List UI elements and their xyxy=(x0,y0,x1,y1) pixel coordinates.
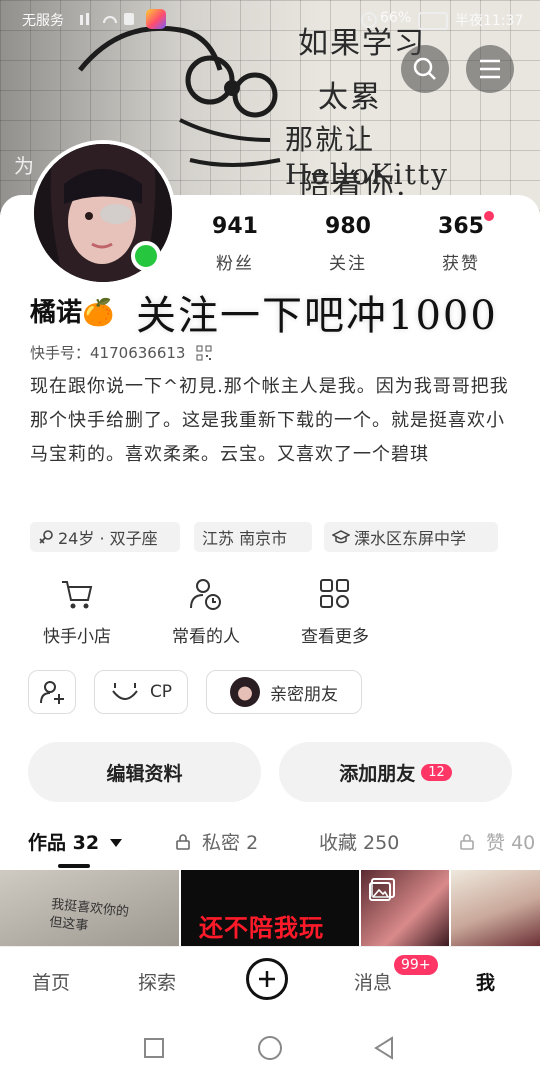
feature-more-label: 查看更多 xyxy=(301,627,369,647)
following-count[interactable]: 980 xyxy=(303,214,393,239)
thumbnail-text: 我挺喜欢你的 但这事 xyxy=(48,897,130,934)
video-thumbnail[interactable] xyxy=(361,870,449,946)
kuaishou-id[interactable]: 快手号：4170636613 xyxy=(30,342,212,363)
tab-favorites-label: 收藏 250 xyxy=(319,832,400,854)
add-friend-button[interactable]: 添加朋友 12 xyxy=(279,742,512,802)
followers-count[interactable]: 941 xyxy=(190,214,280,239)
edit-profile-button[interactable]: 编辑资料 xyxy=(28,742,261,802)
likes-label[interactable]: 获赞 xyxy=(416,249,506,274)
lock-icon xyxy=(460,834,474,850)
qr-code-icon[interactable] xyxy=(196,345,212,361)
nav-explore[interactable]: 探索 xyxy=(138,968,176,995)
cp-label: CP xyxy=(149,682,173,702)
person-clock-icon xyxy=(190,579,221,610)
add-user-icon xyxy=(40,681,64,704)
followers-label[interactable]: 粉丝 xyxy=(190,249,280,274)
tab-favorites[interactable]: 收藏 250 xyxy=(319,828,399,855)
feature-frequent-label: 常看的人 xyxy=(172,627,240,647)
online-status-dot xyxy=(131,241,161,271)
tab-active-indicator xyxy=(58,864,90,868)
cover-edge-text: 为 xyxy=(14,154,36,178)
menu-button[interactable] xyxy=(466,45,514,93)
battery-percent: 66% xyxy=(380,10,412,26)
search-button[interactable] xyxy=(401,45,449,93)
lock-icon xyxy=(176,834,190,850)
grid-icon xyxy=(320,579,349,608)
cp-pill[interactable]: CP xyxy=(94,670,188,714)
plus-icon xyxy=(259,971,275,987)
tab-private-label: 私密 2 xyxy=(202,832,259,854)
tab-works-label: 作品 32 xyxy=(28,832,100,854)
create-button[interactable] xyxy=(246,958,288,1000)
feature-frequent-viewers[interactable]: 常看的人 xyxy=(151,578,261,647)
following-label[interactable]: 关注 xyxy=(303,249,393,274)
signal-icon xyxy=(78,11,138,31)
close-friend-label: 亲密朋友 xyxy=(270,684,338,705)
close-friend-avatar xyxy=(230,677,260,707)
back-button[interactable] xyxy=(372,1036,396,1060)
chevron-down-icon xyxy=(109,839,122,847)
nickname-text: 橘诺 xyxy=(30,298,83,328)
nav-me[interactable]: 我 xyxy=(476,968,495,995)
female-icon xyxy=(39,530,53,544)
bio[interactable]: 现在跟你说一下^初見.那个帐主人是我。因为我哥哥把我那个快手给删了。这是我重新下… xyxy=(30,370,515,472)
close-friend-pill[interactable]: 亲密朋友 xyxy=(206,670,362,714)
clock: 半夜11:37 xyxy=(455,13,524,29)
cart-icon xyxy=(62,581,93,609)
add-friend-label: 添加朋友 xyxy=(339,762,416,785)
image-album-icon xyxy=(369,878,395,901)
messages-badge: 99+ xyxy=(394,955,438,975)
carrier-text: 无服务 xyxy=(22,13,64,29)
cover-line-2: 太累 xyxy=(318,80,382,115)
tag-school[interactable]: 溧水区东屏中学 xyxy=(324,522,498,552)
tab-liked-label: 赞 40 xyxy=(486,832,536,854)
orange-emoji: 🍊 xyxy=(82,298,115,328)
app-notification-icon xyxy=(146,9,166,29)
feature-more[interactable]: 查看更多 xyxy=(280,578,390,647)
kuaishou-id-value: 4170636613 xyxy=(90,344,186,362)
tab-private[interactable]: 私密 2 xyxy=(176,828,258,855)
tag-location[interactable]: 江苏 南京市 xyxy=(194,522,312,552)
video-thumbnail[interactable]: 还不陪我玩 xyxy=(181,870,359,946)
add-friend-badge: 12 xyxy=(421,763,452,781)
add-friend-pill[interactable] xyxy=(28,670,76,714)
alarm-icon xyxy=(360,11,378,33)
tag-school-text: 溧水区东屏中学 xyxy=(354,529,467,548)
video-thumbnail[interactable] xyxy=(451,870,540,946)
tag-location-text: 江苏 南京市 xyxy=(202,529,288,548)
tab-liked[interactable]: 赞 40 xyxy=(460,828,540,855)
tag-age-zodiac[interactable]: 24岁 · 双子座 xyxy=(30,522,180,552)
battery-icon xyxy=(418,12,448,30)
sticker-text: 关注一下吧冲1000 xyxy=(136,293,498,339)
recents-button[interactable] xyxy=(144,1038,164,1058)
feature-shop[interactable]: 快手小店 xyxy=(22,578,132,647)
thumbnail-text: 还不陪我玩 xyxy=(199,914,324,942)
edit-profile-label: 编辑资料 xyxy=(106,762,183,785)
nav-home[interactable]: 首页 xyxy=(32,968,70,995)
tag-age-text: 24岁 · 双子座 xyxy=(58,529,158,548)
likes-new-dot xyxy=(484,211,494,221)
home-button[interactable] xyxy=(258,1036,282,1060)
school-icon xyxy=(332,530,350,544)
menu-icon xyxy=(480,59,500,79)
search-icon xyxy=(413,57,436,80)
tab-works[interactable]: 作品 32 xyxy=(28,828,122,855)
nickname: 橘诺🍊 xyxy=(30,292,114,329)
nav-messages[interactable]: 消息 xyxy=(354,968,392,995)
video-thumbnail[interactable]: 我挺喜欢你的 但这事 xyxy=(0,870,179,946)
feature-shop-label: 快手小店 xyxy=(43,627,111,647)
kuaishou-id-label: 快手号： xyxy=(30,344,91,362)
cp-smile-icon xyxy=(112,683,138,700)
